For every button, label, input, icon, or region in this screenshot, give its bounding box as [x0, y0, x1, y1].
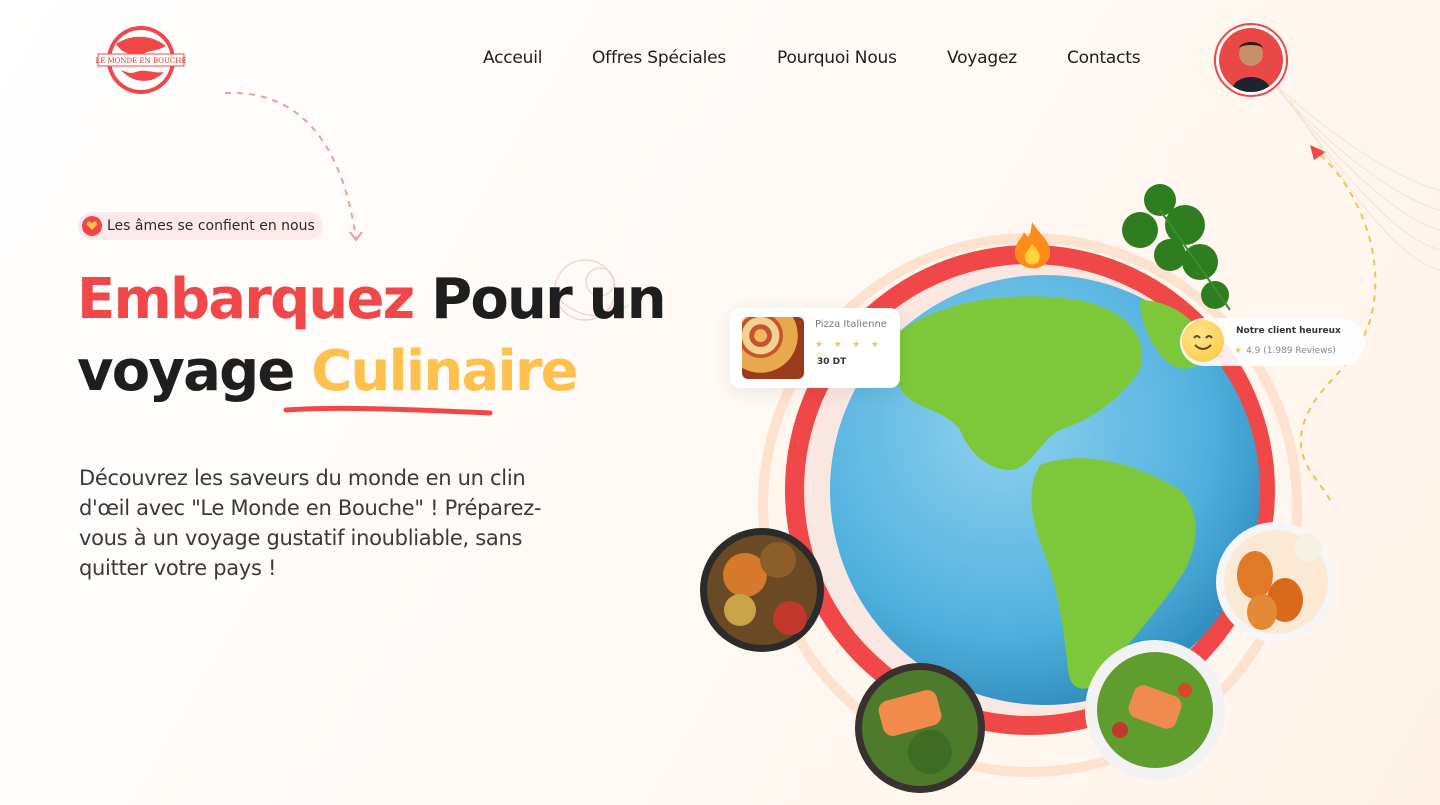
heart-icon — [82, 216, 102, 236]
plate-chicken — [1216, 522, 1336, 642]
plate-salmon-greens — [855, 663, 985, 793]
plate-salad — [1085, 640, 1225, 780]
nav-item-pourquoi[interactable]: Pourquoi Nous — [777, 48, 897, 68]
pizza-card[interactable]: Pizza Italienne ★ ★ ★ ★ ☆ 30 DT — [730, 308, 900, 388]
user-avatar[interactable] — [1214, 23, 1288, 97]
nav-item-contacts[interactable]: Contacts — [1067, 48, 1141, 68]
nav-item-acceuil[interactable]: Acceuil — [483, 48, 543, 68]
hero-headline: Embarquez Pour un voyage Culinaire — [77, 264, 717, 408]
review-card: Notre client heureux ★ 4.9 (1.989 Reviews… — [1180, 318, 1365, 366]
avatar-image — [1219, 28, 1283, 92]
plate-noodles — [700, 528, 824, 652]
headline-highlight-yellow: Culinaire — [311, 339, 578, 404]
review-rating: ★ 4.9 (1.989 Reviews) — [1234, 346, 1336, 356]
headline-highlight-red: Embarquez — [77, 267, 415, 332]
headline-text-2: voyage — [77, 339, 312, 404]
hero-badge: Les âmes se confient en nous — [78, 212, 323, 240]
pizza-image — [742, 317, 804, 379]
nav-item-voyagez[interactable]: Voyagez — [947, 48, 1017, 68]
headline-text-1: Pour un — [413, 267, 666, 332]
logo-text: LE MONDE EN BOUCHE — [96, 57, 186, 65]
badge-text: Les âmes se confient en nous — [107, 218, 315, 234]
brush-underline — [283, 405, 493, 416]
hero-description: Découvrez les saveurs du monde en un cli… — [79, 466, 542, 580]
pizza-name: Pizza Italienne — [815, 319, 887, 330]
star-icon: ★ — [1234, 346, 1243, 356]
pizza-price: 30 DT — [817, 357, 847, 367]
brand-logo[interactable]: LE MONDE EN BOUCHE — [96, 24, 186, 96]
smile-emoji-icon — [1182, 320, 1224, 362]
fire-icon — [1014, 222, 1051, 269]
review-title: Notre client heureux — [1236, 326, 1341, 336]
decorative-lines — [1249, 59, 1440, 271]
nav-item-offres[interactable]: Offres Spéciales — [592, 48, 726, 68]
review-rating-text: 4.9 (1.989 Reviews) — [1246, 346, 1336, 356]
